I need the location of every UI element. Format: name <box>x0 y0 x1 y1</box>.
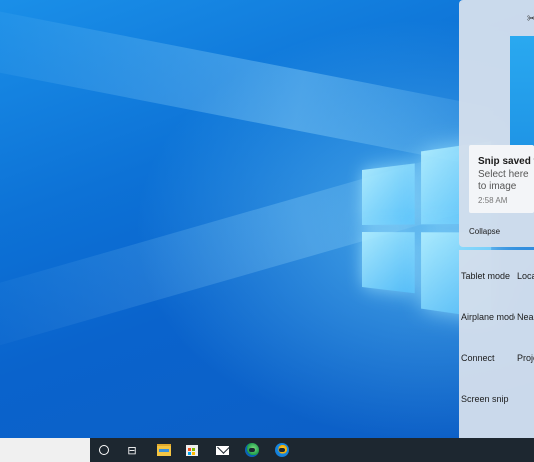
nearby-sharing-tile[interactable]: Near <box>517 312 534 322</box>
file-explorer-icon <box>157 444 171 456</box>
desktop-wallpaper <box>0 0 534 438</box>
airplane-mode-tile[interactable]: Airplane mode <box>461 312 515 322</box>
edge-beta-button[interactable] <box>238 438 266 462</box>
notifications-panel: ✂ Snip saved to Select here to image 2:5… <box>459 0 534 247</box>
notification-title: Snip saved to <box>478 156 534 167</box>
cortana-icon <box>99 445 109 455</box>
microsoft-store-icon <box>186 445 198 456</box>
action-center: ✂ Snip saved to Select here to image 2:5… <box>459 0 534 438</box>
notification-body: Select here to image <box>478 169 534 193</box>
quick-actions-panel: Tablet mode Loca Airplane mode Near Conn… <box>459 250 534 438</box>
screen-snip-tile[interactable]: Screen snip <box>461 394 515 404</box>
edge-canary-button[interactable] <box>268 438 296 462</box>
notification-toast[interactable]: Snip saved to Select here to image 2:58 … <box>469 145 534 213</box>
location-tile[interactable]: Loca <box>517 271 534 281</box>
mail-button[interactable] <box>208 438 236 462</box>
edge-beta-icon <box>245 443 259 457</box>
edge-canary-icon <box>275 443 289 457</box>
mail-icon <box>216 446 229 455</box>
snip-sketch-icon[interactable]: ✂ <box>527 14 534 25</box>
microsoft-store-button[interactable] <box>178 438 206 462</box>
task-view-icon: ⊟ <box>127 445 136 456</box>
notification-time: 2:58 AM <box>478 196 507 205</box>
snip-thumbnail[interactable] <box>510 36 534 146</box>
collapse-button[interactable]: Collapse <box>469 227 500 236</box>
project-tile[interactable]: Proje <box>517 353 534 363</box>
connect-tile[interactable]: Connect <box>461 353 515 363</box>
cortana-button[interactable] <box>90 438 118 462</box>
file-explorer-button[interactable] <box>150 438 178 462</box>
task-view-button[interactable]: ⊟ <box>118 438 146 462</box>
taskbar-search-box[interactable] <box>0 438 90 462</box>
taskbar: ⊟ <box>90 438 534 462</box>
tablet-mode-tile[interactable]: Tablet mode <box>461 271 515 281</box>
